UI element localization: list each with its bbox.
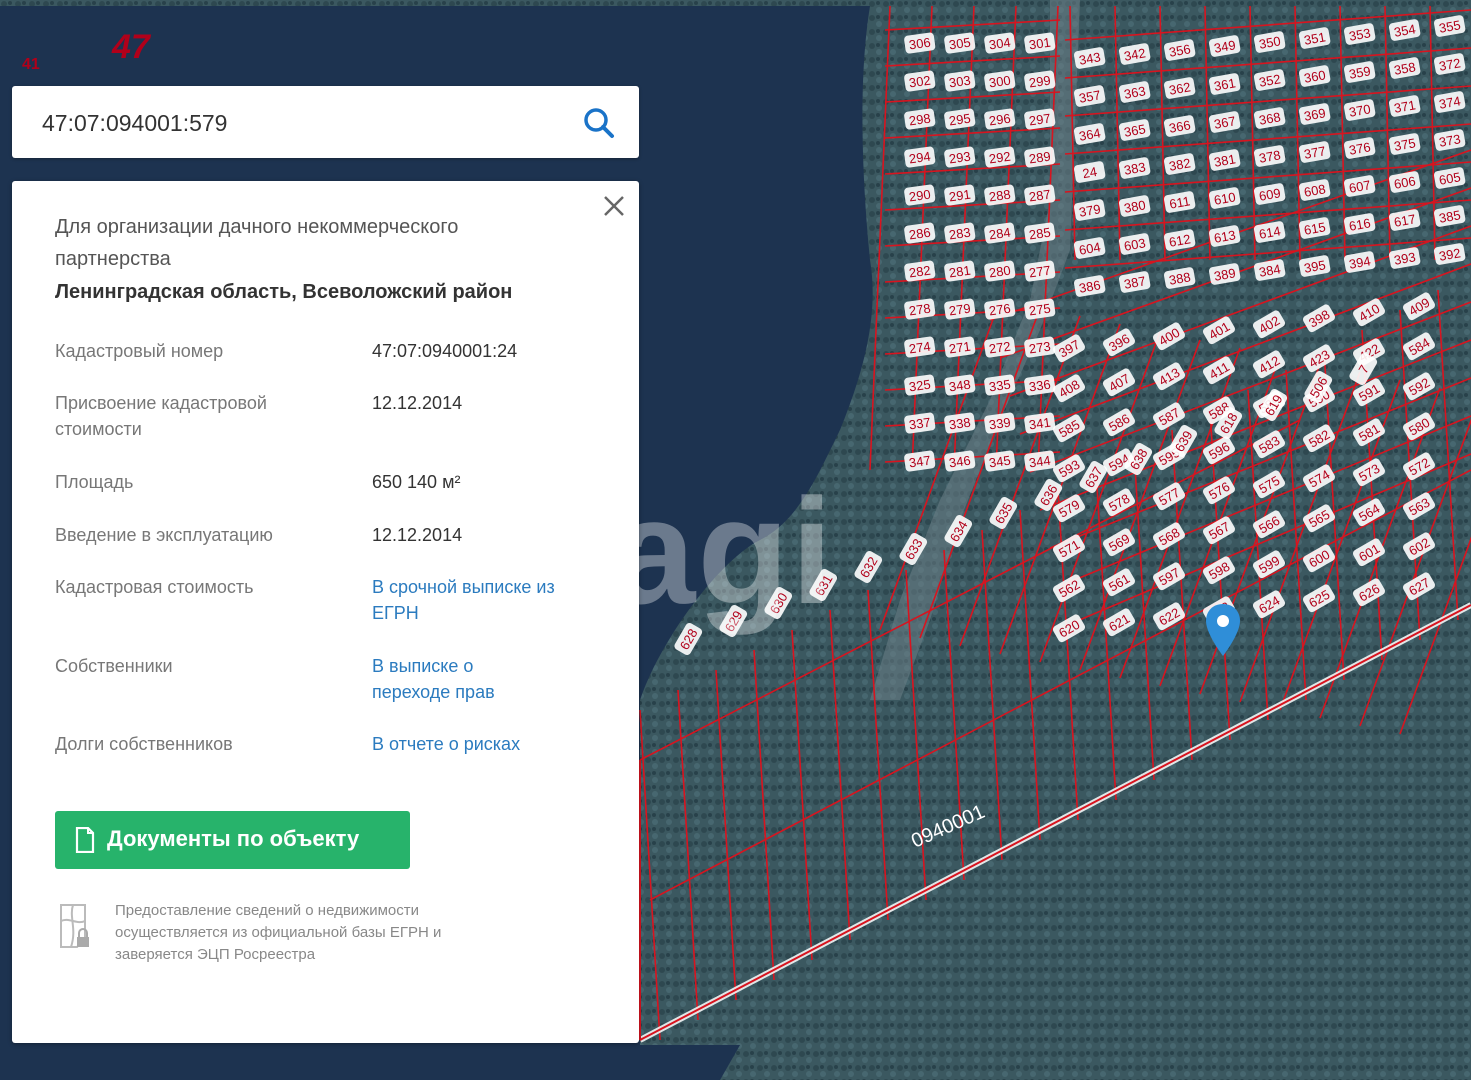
parcel-number: 275 [1028, 301, 1052, 319]
parcel-number: 24 [1081, 164, 1098, 181]
document-icon [75, 827, 95, 853]
parcel-number: 338 [948, 415, 972, 433]
parcel-number: 273 [1028, 339, 1052, 357]
parcel-number: 284 [988, 225, 1012, 243]
parcel-number: 293 [948, 149, 972, 167]
cadastral-value-label: Кадастровая стоимость [55, 577, 254, 597]
parcel-number: 290 [908, 187, 932, 205]
parcel-number: 287 [1028, 187, 1052, 205]
parcel-number: 283 [948, 225, 972, 243]
registry-lock-icon [60, 904, 89, 948]
parcel-number: 286 [908, 225, 932, 243]
area-label: Площадь [55, 472, 134, 492]
parcel-number: 282 [908, 263, 932, 281]
parcel-number: 300 [988, 73, 1012, 91]
parcel-number: 337 [908, 415, 932, 433]
owners-link[interactable]: В выписке о переходе прав [372, 653, 542, 705]
owners-label: Собственники [55, 656, 173, 676]
parcel-number: 295 [948, 111, 972, 129]
parcel-number: 278 [908, 301, 932, 319]
parcel-number: 271 [948, 339, 972, 357]
parcel-number: 346 [948, 453, 972, 471]
parcel-number: 341 [1028, 415, 1052, 433]
parcel-number: 347 [908, 453, 932, 471]
owner-debts-label: Долги собственников [55, 734, 233, 754]
parcel-number: 281 [948, 263, 972, 281]
parcel-number: 339 [988, 415, 1012, 433]
parcel-number: 305 [948, 35, 972, 53]
cadastral-search-input[interactable] [40, 104, 564, 142]
parcel-number: 274 [908, 339, 932, 357]
parcel-number: 336 [1028, 377, 1052, 395]
cadastral-value-link[interactable]: В срочной выписке из ЕГРН [372, 574, 562, 626]
area-value: 650 140 м² [372, 472, 461, 492]
object-address: Ленинградская область, Всеволожский райо… [55, 281, 513, 303]
parcel-number: 325 [908, 377, 932, 395]
cadastral-number-value: 47:07:0940001:24 [372, 341, 518, 361]
parcel-number: 345 [988, 453, 1012, 471]
search-bar [12, 86, 639, 158]
parcel-number: 291 [948, 187, 972, 205]
parcel-number: 302 [908, 73, 932, 91]
parcel-number: 303 [948, 73, 972, 91]
parcel-number: 285 [1028, 225, 1052, 243]
parcel-number: 299 [1028, 73, 1052, 91]
owner-debts-link[interactable]: В отчете о рисках [372, 731, 592, 757]
parcel-number: 304 [988, 35, 1012, 53]
parcel-number: 289 [1028, 149, 1052, 167]
documents-button-label: Документы по объекту [107, 826, 360, 851]
registry-footnote: Предоставление сведений о недвижимости о… [115, 902, 442, 963]
parcel-number: 297 [1028, 111, 1052, 129]
cadastral-number-label: Кадастровый номер [55, 341, 224, 361]
parcel-number: 277 [1028, 263, 1052, 281]
search-icon[interactable] [582, 106, 616, 140]
parcel-number: 280 [988, 263, 1012, 281]
documents-button[interactable]: Документы по объекту [55, 811, 410, 869]
parcel-number: 306 [908, 35, 932, 53]
valuation-date-value: 12.12.2014 [372, 393, 463, 413]
parcel-number: 292 [988, 149, 1012, 167]
parcel-number: 348 [948, 377, 972, 395]
parcel-number: 294 [908, 149, 932, 167]
parcel-number: 301 [1028, 35, 1052, 53]
valuation-date-label: Присвоение кадастровой стоимости [55, 393, 267, 439]
parcel-number: 296 [988, 111, 1012, 129]
parcel-number: 335 [988, 377, 1012, 395]
parcel-number: 298 [908, 111, 932, 129]
commissioning-label: Введение в эксплуатацию [55, 525, 273, 545]
object-purpose: Для организации дачного некоммерческого … [55, 216, 459, 270]
parcel-number: 272 [988, 339, 1012, 357]
parcel-number: 279 [948, 301, 972, 319]
location-pin-icon[interactable] [1206, 604, 1240, 656]
parcel-number: 276 [988, 301, 1012, 319]
region-code-41: 41 [22, 56, 40, 73]
object-info-card: Для организации дачного некоммерческого … [12, 181, 639, 1043]
parcel-number: 288 [988, 187, 1012, 205]
commissioning-value: 12.12.2014 [372, 525, 463, 545]
parcel-number: 344 [1028, 453, 1052, 471]
lake-south [520, 1045, 740, 1080]
region-code-47: 47 [112, 28, 150, 66]
close-icon[interactable] [601, 193, 627, 219]
